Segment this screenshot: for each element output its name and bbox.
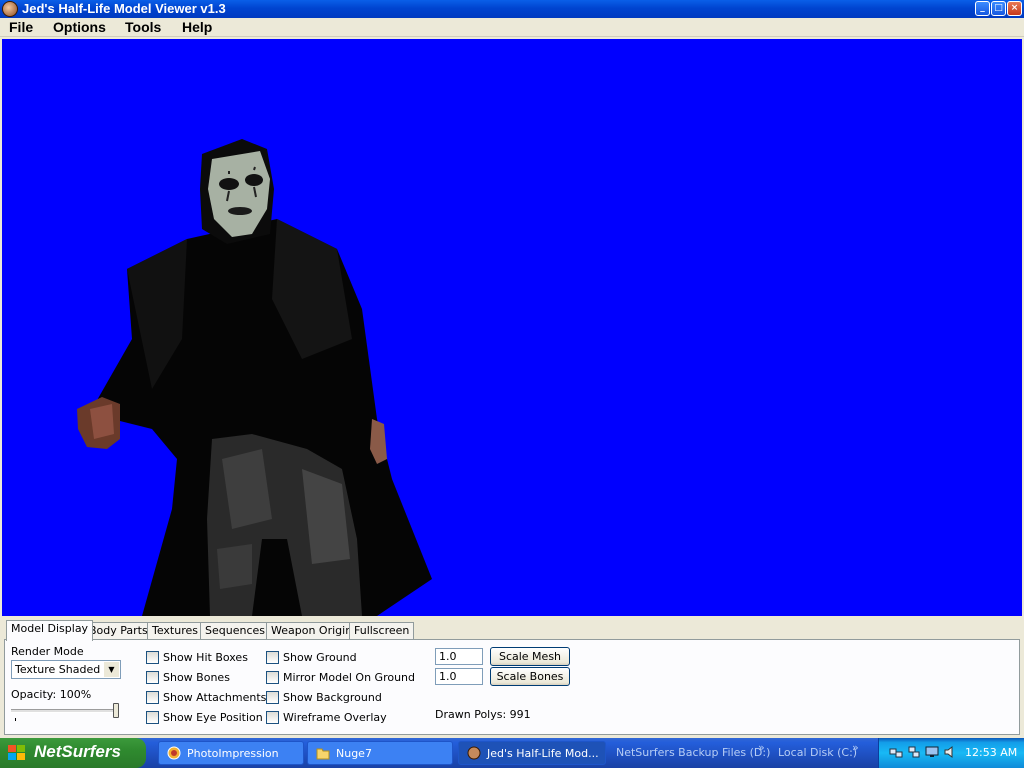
close-button[interactable]: × [1007, 1, 1022, 16]
chevron-right-icon[interactable]: » [758, 741, 765, 754]
wireframe-overlay-checkbox[interactable] [266, 711, 279, 724]
app-window: Jed's Half-Life Model Viewer v1.3 _ □ × … [0, 0, 1024, 738]
show-ground-label: Show Ground [283, 651, 357, 664]
task-label: Jed's Half-Life Mod... [487, 747, 599, 760]
task-label: Nuge7 [336, 747, 372, 760]
network-icon[interactable] [907, 745, 921, 759]
control-panel: Model Display Body Parts Textures Sequen… [2, 618, 1022, 736]
menu-bar: File Options Tools Help [0, 18, 1024, 37]
tab-sequences[interactable]: Sequences [200, 622, 270, 640]
scale-mesh-button[interactable]: Scale Mesh [490, 647, 570, 666]
clock: 12:53 AM [965, 746, 1018, 759]
scale-bones-input[interactable]: 1.0 [435, 668, 483, 685]
show-bones-checkbox[interactable] [146, 671, 159, 684]
mirror-model-checkbox[interactable] [266, 671, 279, 684]
minimize-button[interactable]: _ [975, 1, 990, 16]
character-model [77, 139, 432, 616]
photoimpression-icon [167, 746, 181, 760]
render-mode-value: Texture Shaded [15, 663, 101, 676]
show-background-label: Show Background [283, 691, 382, 704]
show-background-checkbox[interactable] [266, 691, 279, 704]
menu-tools[interactable]: Tools [122, 19, 164, 35]
task-model-viewer[interactable]: Jed's Half-Life Mod... [458, 741, 606, 765]
menu-help[interactable]: Help [179, 19, 215, 35]
tab-fullscreen[interactable]: Fullscreen [349, 622, 415, 640]
maximize-button[interactable]: □ [991, 1, 1006, 16]
chevron-down-icon[interactable]: ▼ [104, 662, 119, 677]
start-label: NetSurfers [34, 742, 121, 761]
show-bones-label: Show Bones [163, 671, 230, 684]
tab-textures[interactable]: Textures [147, 622, 203, 640]
start-button[interactable]: NetSurfers [0, 738, 146, 768]
model-viewer-icon [467, 746, 481, 760]
menu-file[interactable]: File [6, 19, 36, 35]
show-eye-position-label: Show Eye Position [163, 711, 263, 724]
show-hit-boxes-checkbox[interactable] [146, 651, 159, 664]
show-attachments-label: Show Attachments [163, 691, 267, 704]
model-viewport[interactable] [2, 39, 1022, 616]
chevron-right-icon[interactable]: » [852, 741, 859, 754]
model-display-page: Render Mode Texture Shaded ▼ Opacity: 10… [4, 639, 1020, 735]
task-nuge7[interactable]: Nuge7 [307, 741, 453, 765]
drawn-polys-readout: Drawn Polys: 991 [435, 708, 531, 721]
slider-tick [15, 718, 16, 721]
render-mode-select[interactable]: Texture Shaded ▼ [11, 660, 121, 679]
show-ground-checkbox[interactable] [266, 651, 279, 664]
volume-icon[interactable] [943, 745, 957, 759]
tab-body-parts[interactable]: Body Parts [84, 622, 153, 640]
scale-mesh-input[interactable]: 1.0 [435, 648, 483, 665]
window-title: Jed's Half-Life Model Viewer v1.3 [22, 1, 226, 16]
scale-bones-button[interactable]: Scale Bones [490, 667, 570, 686]
system-tray: 12:53 AM [878, 738, 1024, 768]
app-icon [2, 1, 18, 17]
quicklink-local-disk[interactable]: Local Disk (C:) [778, 746, 857, 759]
quicklink-netsurfers-backup[interactable]: NetSurfers Backup Files (D:) [616, 746, 770, 759]
task-photoimpression[interactable]: PhotoImpression [158, 741, 304, 765]
show-hit-boxes-label: Show Hit Boxes [163, 651, 248, 664]
network-icon[interactable] [889, 745, 903, 759]
title-bar[interactable]: Jed's Half-Life Model Viewer v1.3 _ □ × [0, 0, 1024, 18]
show-attachments-checkbox[interactable] [146, 691, 159, 704]
taskbar: NetSurfers PhotoImpression Nuge7 Jed's H… [0, 738, 1024, 768]
render-mode-label: Render Mode [11, 645, 84, 658]
folder-icon [316, 748, 330, 760]
windows-logo-icon [8, 745, 25, 760]
menu-options[interactable]: Options [50, 19, 109, 35]
wireframe-overlay-label: Wireframe Overlay [283, 711, 387, 724]
task-label: PhotoImpression [187, 747, 279, 760]
tab-model-display[interactable]: Model Display [6, 620, 94, 641]
opacity-slider-thumb[interactable] [113, 703, 119, 718]
display-icon[interactable] [925, 745, 939, 759]
show-eye-position-checkbox[interactable] [146, 711, 159, 724]
opacity-slider-track[interactable] [11, 709, 117, 713]
mirror-model-label: Mirror Model On Ground [283, 671, 416, 684]
tab-weapon-origin[interactable]: Weapon Origin [266, 622, 358, 640]
opacity-label: Opacity: 100% [11, 688, 92, 701]
